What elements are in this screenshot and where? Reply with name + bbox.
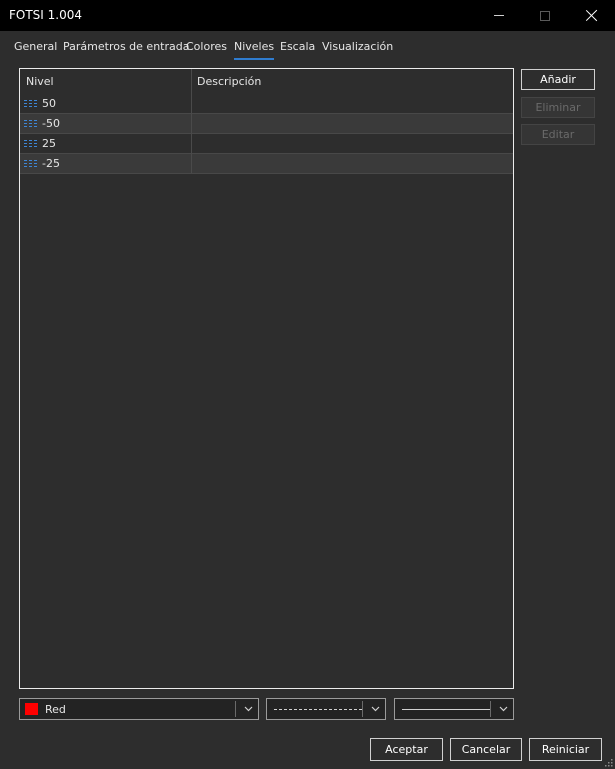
solid-line-icon bbox=[402, 709, 490, 710]
color-swatch bbox=[25, 703, 38, 715]
line-style-icon bbox=[24, 100, 37, 107]
level-value: -50 bbox=[42, 117, 60, 130]
resize-grip-icon[interactable] bbox=[604, 758, 613, 767]
remove-button: Eliminar bbox=[521, 97, 595, 118]
chevron-down-icon bbox=[371, 706, 380, 712]
tab-scale[interactable]: Escala bbox=[280, 40, 315, 60]
edit-button: Editar bbox=[521, 124, 595, 145]
add-button[interactable]: Añadir bbox=[521, 69, 595, 90]
maximize-button bbox=[522, 0, 568, 31]
dropdown-separator bbox=[235, 701, 236, 717]
accept-button[interactable]: Aceptar bbox=[370, 738, 443, 761]
tab-general[interactable]: General bbox=[14, 40, 57, 60]
window-title: FOTSI 1.004 bbox=[9, 8, 83, 22]
tab-visualization[interactable]: Visualización bbox=[322, 40, 393, 60]
level-value: 25 bbox=[42, 137, 56, 150]
line-style-icon bbox=[24, 140, 37, 147]
dropdown-separator bbox=[490, 701, 491, 717]
column-header-level[interactable]: Nivel bbox=[26, 75, 54, 88]
color-dropdown[interactable]: Red bbox=[19, 698, 259, 720]
table-header: Nivel Descripción bbox=[20, 69, 513, 94]
maximize-icon bbox=[540, 10, 550, 21]
chevron-down-icon bbox=[499, 706, 508, 712]
minimize-button[interactable] bbox=[476, 0, 522, 31]
dashed-line-icon bbox=[274, 709, 362, 710]
color-name: Red bbox=[45, 703, 66, 716]
cancel-button[interactable]: Cancelar bbox=[450, 738, 522, 761]
table-row[interactable]: -50 bbox=[20, 114, 513, 134]
column-divider bbox=[191, 69, 192, 173]
level-value: 50 bbox=[42, 97, 56, 110]
dropdown-separator bbox=[362, 701, 363, 717]
line-style-dropdown[interactable] bbox=[266, 698, 386, 720]
tab-levels[interactable]: Niveles bbox=[234, 40, 275, 60]
tab-input-parameters[interactable]: Parámetros de entrada bbox=[63, 40, 189, 60]
table-row[interactable]: -25 bbox=[20, 154, 513, 174]
tab-bar: General Parámetros de entrada Colores Ni… bbox=[0, 40, 615, 60]
close-icon bbox=[585, 9, 598, 22]
properties-dialog: FOTSI 1.004 General Parámetros de entrad… bbox=[0, 0, 615, 769]
chevron-down-icon bbox=[244, 706, 253, 712]
close-button[interactable] bbox=[568, 0, 614, 31]
title-bar[interactable]: FOTSI 1.004 bbox=[0, 0, 615, 31]
reset-button[interactable]: Reiniciar bbox=[529, 738, 602, 761]
minimize-icon bbox=[494, 15, 504, 16]
line-style-icon bbox=[24, 160, 37, 167]
line-width-dropdown[interactable] bbox=[394, 698, 514, 720]
level-value: -25 bbox=[42, 157, 60, 170]
table-row[interactable]: 25 bbox=[20, 134, 513, 154]
levels-table: Nivel Descripción 50 -50 25 -25 bbox=[19, 68, 514, 689]
line-style-icon bbox=[24, 120, 37, 127]
tab-colors[interactable]: Colores bbox=[186, 40, 227, 60]
column-header-description[interactable]: Descripción bbox=[197, 75, 261, 88]
table-row[interactable]: 50 bbox=[20, 94, 513, 114]
